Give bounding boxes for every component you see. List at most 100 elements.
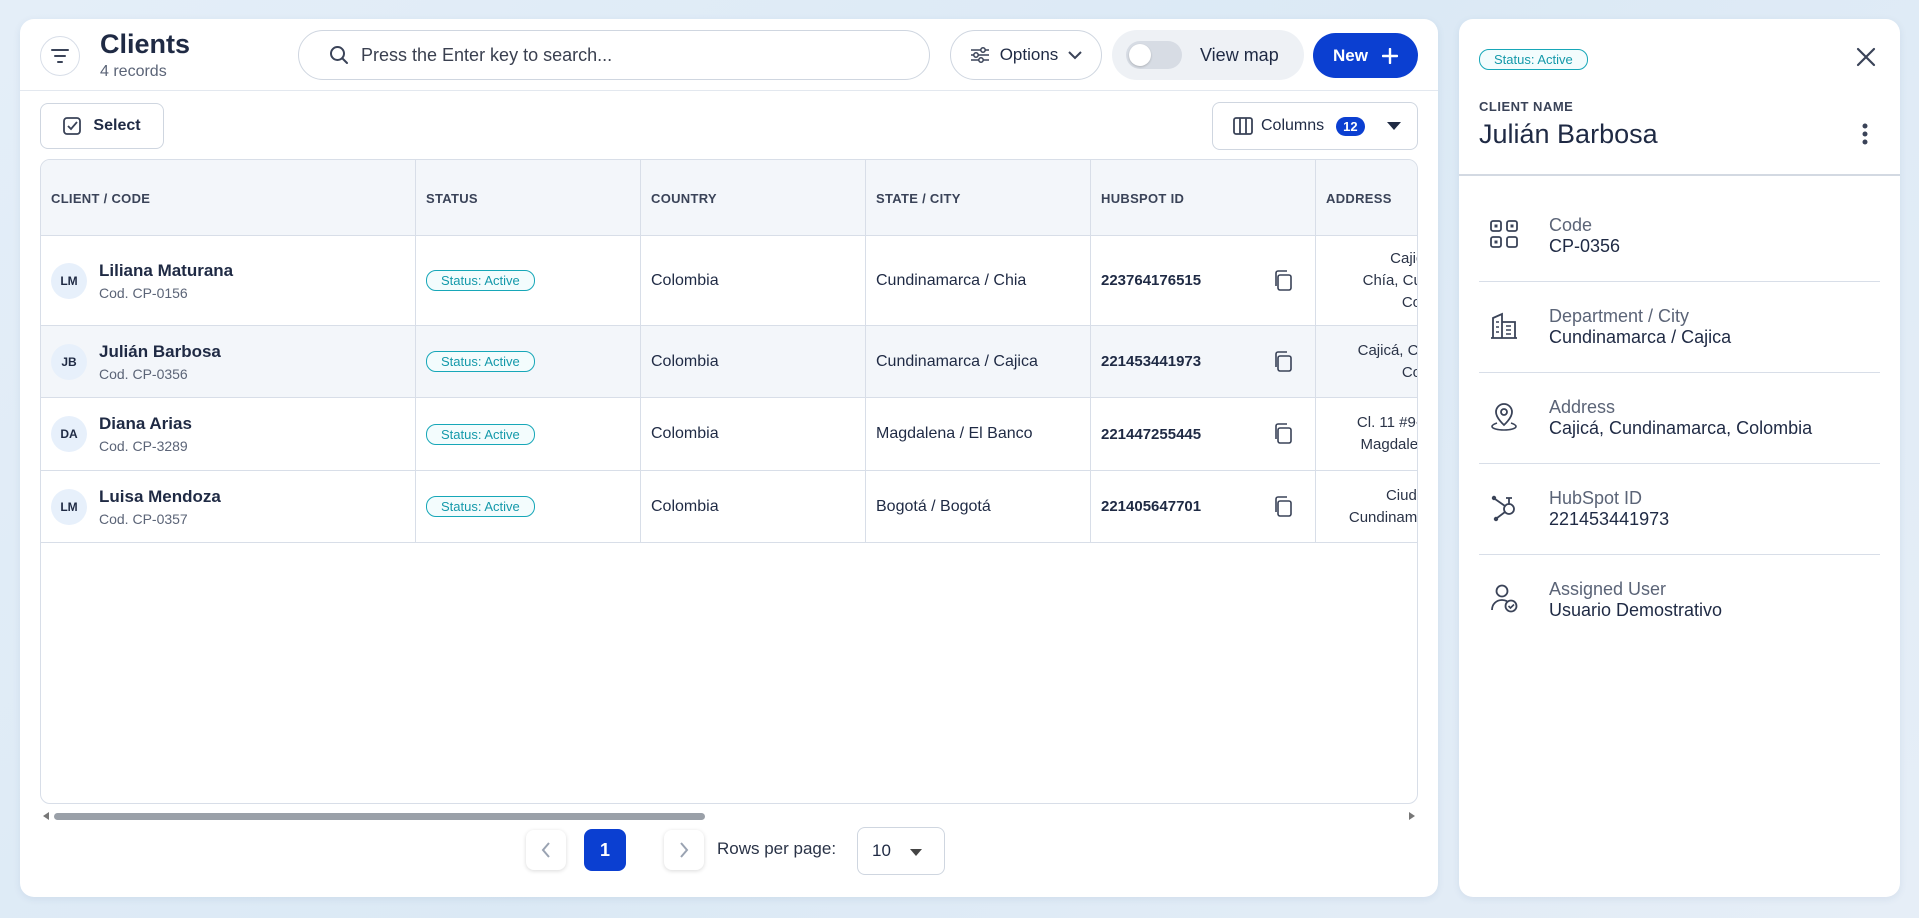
copy-icon[interactable] bbox=[1273, 423, 1293, 445]
status-badge: Status: Active bbox=[1479, 49, 1588, 70]
view-map-toggle[interactable]: View map bbox=[1112, 30, 1304, 80]
detail-label: Code bbox=[1549, 215, 1593, 235]
avatar: LM bbox=[51, 262, 87, 299]
client-name: Luisa Mendoza bbox=[99, 486, 221, 506]
client-code: Cod. CP-0357 bbox=[99, 510, 188, 527]
more-vertical-icon[interactable] bbox=[1862, 123, 1868, 145]
chevron-left-icon bbox=[541, 842, 550, 858]
country-cell: Colombia bbox=[641, 236, 866, 325]
plus-icon bbox=[1381, 47, 1398, 64]
copy-icon[interactable] bbox=[1273, 350, 1293, 373]
detail-code: Code CP-0356 bbox=[1479, 191, 1880, 282]
next-page-button[interactable] bbox=[664, 830, 704, 870]
filter-icon bbox=[51, 49, 69, 63]
filter-button[interactable] bbox=[40, 36, 80, 76]
address-line: Ciudad Verde, bbox=[1385, 486, 1417, 504]
status-cell: Status: Active bbox=[416, 236, 641, 325]
client-code: Cod. CP-0356 bbox=[99, 365, 188, 382]
country-cell: Colombia bbox=[641, 398, 866, 470]
prev-page-button[interactable] bbox=[526, 830, 566, 870]
page-1-button[interactable]: 1 bbox=[584, 829, 626, 871]
divider bbox=[1459, 174, 1900, 176]
view-map-label: View map bbox=[1200, 44, 1279, 65]
hubspot-id: 221447255445 bbox=[1101, 425, 1202, 443]
rows-per-page-select[interactable]: 10 bbox=[857, 827, 945, 875]
country-cell: Colombia bbox=[641, 471, 866, 542]
detail-department-city: Department / City Cundinamarca / Cajica bbox=[1479, 282, 1880, 373]
status-badge: Status: Active bbox=[426, 270, 535, 291]
client-name: Julián Barbosa bbox=[99, 341, 221, 361]
table-row[interactable]: LM Liliana Maturana Cod. CP-0156 Status:… bbox=[41, 236, 1417, 326]
client-code: Cod. CP-3289 bbox=[99, 438, 188, 454]
client-code: Cod. CP-0156 bbox=[99, 284, 188, 301]
detail-label: HubSpot ID bbox=[1549, 488, 1643, 508]
detail-value: Cundinamarca / Cajica bbox=[1549, 327, 1732, 347]
status-badge: Status: Active bbox=[426, 496, 535, 517]
horizontal-scrollbar[interactable] bbox=[40, 809, 1418, 823]
detail-value: Cajicá, Cundinamarca, Colombia bbox=[1549, 418, 1813, 438]
rows-per-page-label: Rows per page: bbox=[717, 839, 837, 858]
client-detail-panel: Status: Active CLIENT NAME Julián Barbos… bbox=[1459, 19, 1900, 897]
address-line: Cl. 11 #9-36, El Banco, bbox=[1356, 414, 1417, 431]
status-badge: Status: Active bbox=[426, 351, 535, 372]
buildings-icon bbox=[1491, 312, 1517, 339]
status-badge: Status: Active bbox=[426, 423, 535, 445]
column-header-state-city[interactable]: STATE / CITY bbox=[866, 160, 1091, 236]
search-input[interactable] bbox=[361, 44, 901, 66]
column-header-address[interactable]: ADDRESS bbox=[1316, 160, 1417, 236]
client-name-title: Julián Barbosa bbox=[1479, 119, 1658, 149]
avatar: LM bbox=[51, 488, 87, 525]
columns-count-badge: 12 bbox=[1336, 116, 1365, 136]
caret-down-icon bbox=[1386, 122, 1401, 130]
hubspot-cell: 221453441973 bbox=[1091, 326, 1316, 397]
search-box[interactable] bbox=[298, 30, 930, 80]
select-button[interactable]: Select bbox=[40, 103, 164, 149]
new-client-button[interactable]: New bbox=[1313, 33, 1418, 78]
address-line: Cajicá - Chía bbox=[1390, 249, 1417, 267]
hubspot-id: 223764176515 bbox=[1101, 272, 1202, 289]
copy-icon[interactable] bbox=[1273, 495, 1293, 518]
copy-icon[interactable] bbox=[1273, 269, 1293, 292]
state-city-cell: Cundinamarca / Chia bbox=[866, 236, 1091, 325]
toggle-switch[interactable] bbox=[1126, 41, 1182, 69]
table-row-selected[interactable]: JB Julián Barbosa Cod. CP-0356 Status: A… bbox=[41, 326, 1418, 398]
scroll-thumb[interactable] bbox=[54, 813, 705, 820]
scroll-left-icon[interactable] bbox=[43, 812, 49, 820]
columns-icon bbox=[1233, 117, 1253, 135]
hubspot-cell: 221405647701 bbox=[1091, 471, 1316, 542]
client-cell: DA Diana Arias Cod. CP-3289 bbox=[41, 398, 416, 470]
options-label: Options bbox=[999, 45, 1059, 64]
close-icon[interactable] bbox=[1856, 47, 1876, 67]
columns-button[interactable]: Columns 12 bbox=[1212, 102, 1418, 150]
table-row[interactable]: DA Diana Arias Cod. CP-3289 Status: Acti… bbox=[41, 398, 1418, 471]
caret-down-icon bbox=[910, 849, 922, 856]
detail-assigned-user: Assigned User Usuario Demostrativo bbox=[1479, 555, 1880, 646]
detail-hubspot-id: HubSpot ID 221453441973 bbox=[1479, 464, 1880, 555]
status-cell: Status: Active bbox=[416, 471, 641, 542]
column-header-status[interactable]: STATUS bbox=[416, 160, 641, 236]
address-line: Magdalena, Colombia bbox=[1360, 436, 1418, 453]
column-header-country[interactable]: COUNTRY bbox=[641, 160, 866, 236]
column-header-client[interactable]: CLIENT / CODE bbox=[41, 160, 416, 236]
address-cell: Cl. 11 #9-36, El Banco, Magdalena, Colom… bbox=[1316, 398, 1418, 470]
chevron-down-icon bbox=[1068, 50, 1083, 59]
columns-label: Columns bbox=[1261, 117, 1325, 134]
hubspot-id: 221405647701 bbox=[1101, 498, 1202, 515]
column-header-hubspot[interactable]: HUBSPOT ID bbox=[1091, 160, 1316, 236]
address-line: Chía, Cundinamarca, bbox=[1362, 271, 1417, 289]
hubspot-cell: 221447255445 bbox=[1091, 398, 1316, 470]
chevron-right-icon bbox=[680, 842, 689, 858]
rows-per-page-value: 10 bbox=[872, 841, 891, 860]
address-line: Cajicá, Cundinamarca, bbox=[1357, 341, 1418, 359]
table-row[interactable]: LM Luisa Mendoza Cod. CP-0357 Status: Ac… bbox=[41, 471, 1417, 543]
address-cell: Cajicá, Cundinamarca, Colombia bbox=[1316, 326, 1418, 397]
user-check-icon bbox=[1491, 584, 1518, 613]
state-city-cell: Cundinamarca / Cajica bbox=[866, 326, 1091, 397]
client-name: Diana Arias bbox=[99, 414, 192, 433]
scroll-right-icon[interactable] bbox=[1409, 812, 1415, 820]
options-button[interactable]: Options bbox=[950, 30, 1102, 80]
address-line: Colombia bbox=[1401, 293, 1417, 311]
client-name: Liliana Maturana bbox=[99, 260, 234, 280]
address-cell: Cajicá - Chía Chía, Cundinamarca, Colomb… bbox=[1316, 236, 1417, 325]
address-line: Colombia bbox=[1401, 363, 1417, 381]
